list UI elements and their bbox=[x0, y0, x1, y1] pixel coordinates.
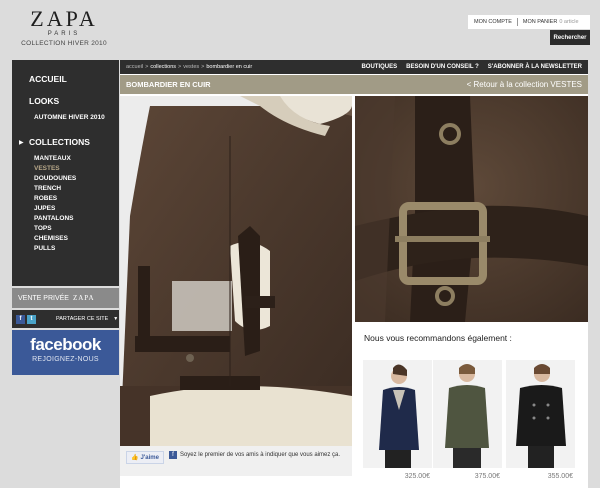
account-bar: MON COMPTE MON PANIER 0 article bbox=[468, 15, 590, 29]
nav-newsletter[interactable]: S'ABONNER À LA NEWSLETTER bbox=[488, 64, 582, 70]
product-price: 325.00€ bbox=[404, 473, 430, 480]
sidebar: ACCUEIL LOOKS AUTOMNE HIVER 2010 ▶ COLLE… bbox=[12, 60, 119, 286]
product-image-detail[interactable] bbox=[355, 96, 588, 322]
product-price: 355.00€ bbox=[547, 473, 573, 480]
recommendation-item[interactable]: 355.00€ bbox=[506, 360, 575, 480]
facebook-logo-text: facebook bbox=[30, 335, 101, 354]
twitter-icon[interactable]: t bbox=[27, 314, 36, 324]
nav-collections[interactable]: COLLECTIONS bbox=[29, 137, 90, 147]
recommendation-photo bbox=[363, 360, 432, 468]
nav-manteaux[interactable]: MANTEAUX bbox=[34, 155, 71, 162]
nav-trench[interactable]: TRENCH bbox=[34, 185, 61, 192]
nav-pulls[interactable]: PULLS bbox=[34, 245, 55, 252]
collection-label: COLLECTION HIVER 2010 bbox=[21, 40, 107, 47]
facebook-join-text: REJOIGNEZ-NOUS bbox=[32, 356, 99, 363]
breadcrumb-collections[interactable]: collections bbox=[150, 64, 176, 70]
product-image-main[interactable] bbox=[120, 96, 352, 488]
cart-count: 0 article bbox=[559, 19, 579, 25]
logo-wordmark: ZAPA bbox=[30, 6, 98, 31]
logo-city: PARIS bbox=[47, 31, 81, 37]
caret-down-icon[interactable]: ▼ bbox=[113, 316, 118, 322]
cart-link[interactable]: MON PANIER bbox=[523, 19, 557, 25]
vente-privee-label: VENTE PRIVÉE bbox=[18, 294, 69, 302]
facebook-icon: f bbox=[168, 451, 177, 459]
nav-vestes[interactable]: VESTES bbox=[34, 165, 60, 172]
recommendations-title: Nous vous recommandons également : bbox=[364, 333, 512, 343]
facebook-like-row: 👍 J'aime f Soyez le premier de vos amis … bbox=[120, 446, 352, 476]
share-link[interactable]: PARTAGER CE SITE bbox=[56, 316, 108, 322]
recommendation-photo bbox=[506, 360, 575, 468]
nav-chemises[interactable]: CHEMISES bbox=[34, 235, 68, 242]
divider bbox=[516, 18, 518, 26]
nav-looks[interactable]: LOOKS bbox=[29, 96, 59, 106]
nav-jupes[interactable]: JUPES bbox=[34, 205, 55, 212]
vente-privee-banner[interactable]: VENTE PRIVÉE ZAPA bbox=[12, 288, 119, 308]
nav-boutiques[interactable]: BOUTIQUES bbox=[361, 64, 397, 70]
top-nav: BOUTIQUES BESOIN D'UN CONSEIL ? S'ABONNE… bbox=[361, 60, 582, 74]
facebook-icon[interactable]: f bbox=[16, 314, 25, 324]
search-button[interactable]: Rechercher bbox=[550, 30, 590, 45]
nav-conseil[interactable]: BESOIN D'UN CONSEIL ? bbox=[406, 64, 479, 70]
nav-automne-hiver[interactable]: AUTOMNE HIVER 2010 bbox=[34, 114, 105, 121]
jacket-photo bbox=[120, 96, 352, 446]
like-social-text: Soyez le premier de vos amis à indiquer … bbox=[179, 452, 341, 458]
breadcrumb-vestes[interactable]: vestes bbox=[183, 64, 199, 70]
breadcrumb-home[interactable]: accueil bbox=[126, 64, 143, 70]
recommendation-photo bbox=[433, 360, 502, 468]
brand-logo[interactable]: ZAPA PARIS COLLECTION HIVER 2010 bbox=[8, 6, 120, 48]
buckle-photo bbox=[355, 96, 588, 322]
facebook-join-banner[interactable]: facebook REJOIGNEZ-NOUS bbox=[12, 330, 119, 375]
arrow-right-icon: ▶ bbox=[19, 140, 24, 146]
product-price: 375.00€ bbox=[474, 473, 500, 480]
recommendation-item[interactable]: 325.00€ bbox=[363, 360, 432, 480]
thumbs-up-icon: 👍 bbox=[131, 455, 139, 461]
back-to-collection-link[interactable]: < Retour à la collection VESTES bbox=[467, 80, 582, 89]
nav-doudounes[interactable]: DOUDOUNES bbox=[34, 175, 76, 182]
product-title-bar: BOMBARDIER EN CUIR < Retour à la collect… bbox=[120, 75, 588, 94]
share-bar: f t PARTAGER CE SITE ▼ bbox=[12, 310, 119, 328]
breadcrumb-sep: > bbox=[145, 64, 149, 70]
vente-brand: ZAPA bbox=[72, 294, 95, 302]
page: ZAPA PARIS COLLECTION HIVER 2010 MON COM… bbox=[0, 0, 600, 488]
nav-pantalons[interactable]: PANTALONS bbox=[34, 215, 73, 222]
facebook-like-button[interactable]: 👍 J'aime bbox=[126, 451, 164, 464]
like-label: J'aime bbox=[140, 454, 159, 461]
main-content: accueil > collections > vestes > bombard… bbox=[120, 60, 588, 488]
nav-tops[interactable]: TOPS bbox=[34, 225, 52, 232]
breadcrumb-sep: > bbox=[178, 64, 182, 70]
product-title: BOMBARDIER EN CUIR bbox=[126, 80, 211, 89]
breadcrumb-current: bombardier en cuir bbox=[206, 64, 253, 70]
nav-robes[interactable]: ROBES bbox=[34, 195, 57, 202]
recommendation-item[interactable]: 375.00€ bbox=[433, 360, 502, 480]
nav-accueil[interactable]: ACCUEIL bbox=[29, 74, 67, 84]
account-link[interactable]: MON COMPTE bbox=[474, 19, 512, 25]
breadcrumb-sep: > bbox=[201, 64, 205, 70]
